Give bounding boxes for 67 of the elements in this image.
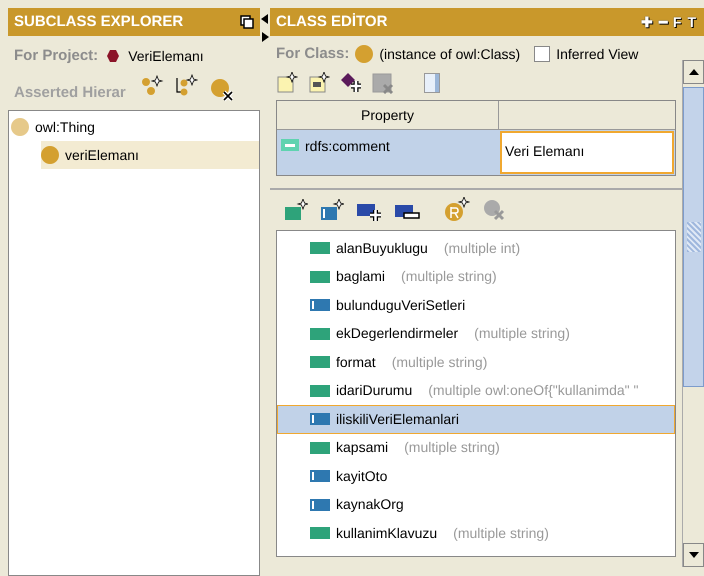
add-subclass-icon[interactable] <box>140 74 164 98</box>
property-name[interactable]: baglami <box>336 266 386 288</box>
property-type: (multiple string) <box>401 267 497 286</box>
datatype-property-icon <box>310 440 330 455</box>
property-name[interactable]: format <box>336 352 376 373</box>
scroll-up-button[interactable] <box>683 60 704 84</box>
table-cell-text: rdfs:comment <box>305 137 390 156</box>
property-type: (multiple int) <box>444 238 520 258</box>
property-type: (multiple string) <box>453 524 549 543</box>
project-label: For Project: <box>14 46 98 66</box>
panel-title: CLASS EDİTOR <box>276 12 388 32</box>
property-name[interactable]: idariDurumu <box>336 380 412 402</box>
property-type: (multiple owl:oneOf{"kullanimda" " <box>428 381 638 400</box>
vertical-scrollbar[interactable] <box>682 60 704 567</box>
tree-item[interactable]: veriElemanı <box>41 141 259 169</box>
property-type: (multiple string) <box>404 438 500 458</box>
panel-title: SUBCLASS EXPLORER <box>14 12 184 32</box>
tree-item[interactable]: owl:Thing <box>11 113 259 141</box>
new-document-icon[interactable] <box>308 72 330 94</box>
annotation-property-icon <box>281 139 299 151</box>
property-name[interactable]: ekDegerlendirmeler <box>336 323 458 344</box>
add-datatype-property-icon[interactable] <box>284 199 308 221</box>
object-property-icon <box>310 412 330 426</box>
class-icon <box>355 45 374 63</box>
add-restriction-icon[interactable] <box>340 72 362 94</box>
property-name[interactable]: alanBuyuklugu <box>336 238 428 259</box>
datatype-property-icon <box>310 326 330 341</box>
new-note-icon[interactable] <box>276 72 298 94</box>
datatype-property-icon <box>310 384 330 398</box>
maximize-icon[interactable] <box>240 15 254 29</box>
down-arrow-icon <box>688 552 698 558</box>
object-property-icon <box>310 469 330 484</box>
inferred-view-checkbox[interactable] <box>534 46 550 62</box>
scroll-thumb[interactable] <box>683 87 704 387</box>
add-sibling-icon[interactable] <box>174 74 198 98</box>
project-name: VeriElemanı <box>128 46 204 66</box>
datatype-property-icon <box>310 241 330 256</box>
hexagon-icon <box>106 49 120 63</box>
collapse-arrow-icon[interactable] <box>261 14 269 24</box>
property-name[interactable]: kaynakOrg <box>336 494 404 516</box>
add-object-property-icon[interactable] <box>320 199 344 221</box>
hierarchy-label: Asserted Hierar <box>14 82 126 102</box>
tree-item-label: owl:Thing <box>35 118 95 137</box>
property-type: (multiple string) <box>392 352 488 372</box>
datatype-property-icon <box>310 270 330 284</box>
property-name[interactable]: kayitOto <box>336 466 388 487</box>
property-name[interactable]: kapsami <box>336 437 388 458</box>
value-field[interactable]: Veri Elemanı <box>500 131 674 174</box>
class-label: For Class: <box>276 44 350 64</box>
object-property-icon <box>310 498 330 512</box>
class-icon <box>41 146 59 164</box>
up-arrow-icon <box>688 69 698 75</box>
object-property-icon <box>310 298 330 312</box>
tree-item-label: veriElemanı <box>65 146 139 164</box>
inferred-view-label: Inferred View <box>556 44 638 64</box>
class-type: (instance of owl:Class) <box>379 44 520 64</box>
datatype-property-icon <box>310 526 330 540</box>
property-name[interactable]: kullanimKlavuzu <box>336 522 438 544</box>
property-type: (multiple string) <box>474 324 570 344</box>
column-header[interactable]: Property <box>277 101 499 130</box>
class-icon <box>11 118 29 136</box>
property-name[interactable]: bulunduguVeriSetleri <box>336 294 466 316</box>
datatype-property-icon <box>310 355 330 370</box>
add-restriction-icon[interactable] <box>444 197 470 223</box>
delete-class-icon[interactable] <box>210 78 234 102</box>
scroll-down-button[interactable] <box>683 543 704 567</box>
expand-arrow-icon[interactable] <box>261 32 269 42</box>
